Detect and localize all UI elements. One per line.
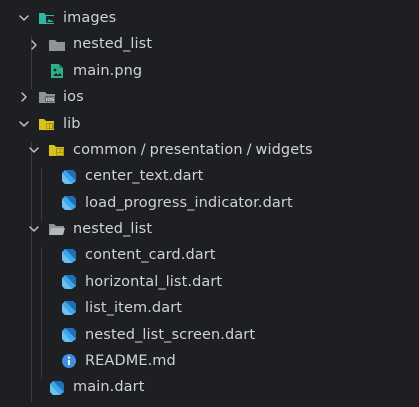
path-separator: / [140, 142, 146, 159]
dart-file-icon [60, 299, 78, 317]
tree-item-label: nested_list [73, 36, 153, 53]
chevron-down-icon[interactable] [16, 116, 32, 132]
chevron-right-icon[interactable] [26, 37, 42, 53]
tree-item-readme-md[interactable]: README.md [0, 348, 419, 374]
dart-file-icon [48, 379, 66, 397]
svg-text:iOS: iOS [46, 97, 55, 103]
image-file-icon [48, 62, 66, 80]
tree-item-label: center_text.dart [85, 168, 204, 185]
dart-file-icon [60, 326, 78, 344]
tree-item-label: ios [63, 89, 84, 106]
tree-item-content-card-dart[interactable]: content_card.dart [0, 243, 419, 269]
tree-item-main-png[interactable]: main.png [0, 58, 419, 84]
tree-item-ios[interactable]: iOS ios [0, 84, 419, 110]
tree-item-label: horizontal_list.dart [85, 273, 223, 290]
tree-item-label-segment: presentation [149, 141, 243, 158]
tree-item-label: nested_list_screen.dart [85, 326, 256, 343]
tree-item-lib[interactable]: lib [0, 111, 419, 137]
dart-file-icon [60, 273, 78, 291]
folder-images-open-icon [38, 9, 56, 27]
tree-item-label: nested_list [73, 221, 153, 238]
tree-item-horizontal-list-dart[interactable]: horizontal_list.dart [0, 269, 419, 295]
dart-file-icon [60, 194, 78, 212]
tree-item-nested-list-images[interactable]: nested_list [0, 31, 419, 57]
tree-item-label: README.md [85, 353, 176, 370]
tree-item-common-presentation-widgets[interactable]: common / presentation / widgets [0, 137, 419, 163]
tree-item-label: lib [63, 115, 81, 132]
folder-open-icon [48, 220, 66, 238]
tree-item-label: list_item.dart [85, 300, 183, 317]
tree-item-nested-list-lib[interactable]: nested_list [0, 216, 419, 242]
folder-lib-open-icon [38, 115, 56, 133]
chevron-right-icon[interactable] [16, 89, 32, 105]
tree-item-load-progress-indicator-dart[interactable]: load_progress_indicator.dart [0, 190, 419, 216]
folder-common-open-icon [48, 141, 66, 159]
info-file-icon [60, 352, 78, 370]
folder-closed-icon [48, 36, 66, 54]
tree-item-label: load_progress_indicator.dart [85, 194, 293, 211]
chevron-down-icon[interactable] [16, 10, 32, 26]
tree-item-label: content_card.dart [85, 247, 216, 264]
tree-item-main-dart[interactable]: main.dart [0, 374, 419, 400]
folder-ios-icon: iOS [38, 88, 56, 106]
tree-item-center-text-dart[interactable]: center_text.dart [0, 163, 419, 189]
tree-item-label: images [63, 9, 117, 26]
tree-item-label: main.dart [73, 379, 145, 396]
tree-item-label-segment: common [73, 141, 137, 158]
tree-item-images[interactable]: images [0, 5, 419, 31]
dart-file-icon [60, 168, 78, 186]
chevron-down-icon[interactable] [26, 221, 42, 237]
path-separator: / [246, 142, 252, 159]
tree-item-label: main.png [73, 62, 143, 79]
tree-item-nested-list-screen-dart[interactable]: nested_list_screen.dart [0, 322, 419, 348]
dart-file-icon [60, 247, 78, 265]
tree-item-list-item-dart[interactable]: list_item.dart [0, 295, 419, 321]
tree-item-label-segment: widgets [255, 141, 313, 158]
file-explorer-tree: images nested_list main.png iOS ios lib … [0, 0, 419, 407]
chevron-down-icon[interactable] [26, 142, 42, 158]
